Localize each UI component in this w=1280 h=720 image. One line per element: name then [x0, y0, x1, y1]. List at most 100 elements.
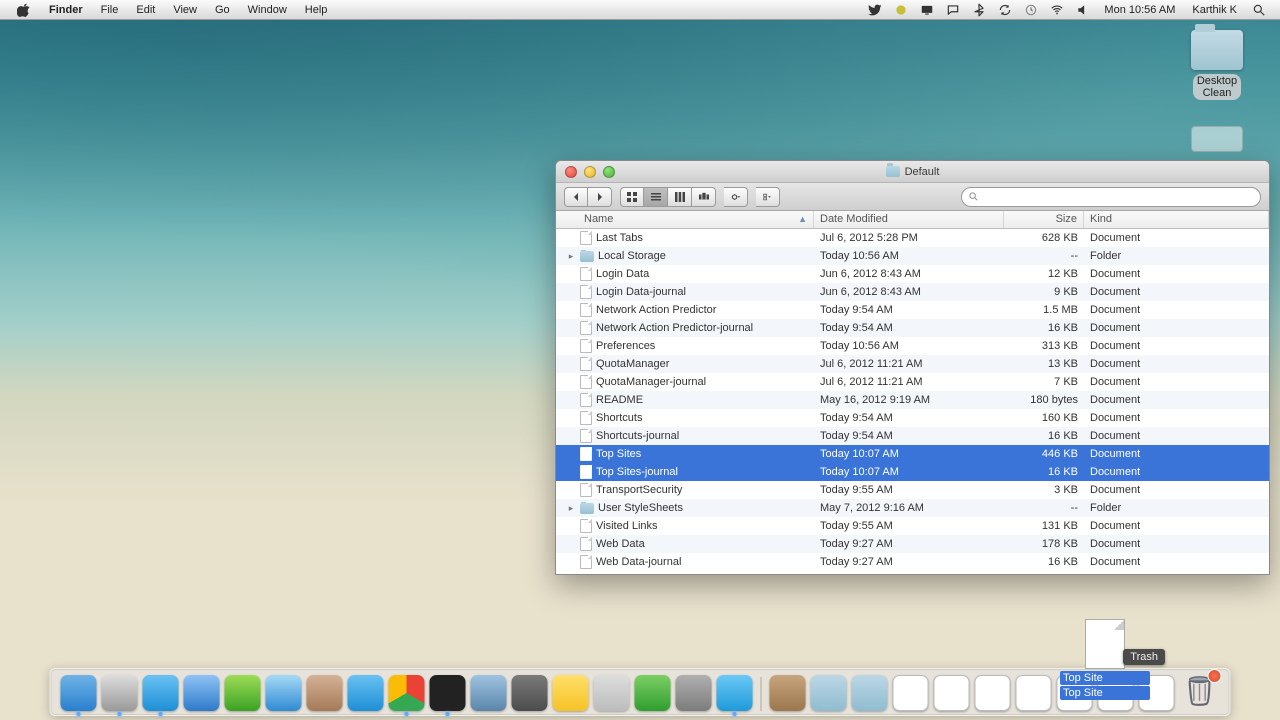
view-list-button[interactable]	[644, 187, 668, 207]
dock-app-sysprefs[interactable]	[676, 675, 712, 711]
dock-app-chrome[interactable]	[389, 675, 425, 711]
trash-badge	[1208, 669, 1222, 683]
table-row[interactable]: ▸READMEMay 16, 2012 9:19 AM180 bytesDocu…	[556, 391, 1269, 409]
dock-app-finder[interactable]	[61, 675, 97, 711]
search-field[interactable]	[961, 187, 1261, 207]
forward-button[interactable]	[588, 187, 612, 207]
table-row[interactable]: ▸Last TabsJul 6, 2012 5:28 PM628 KBDocum…	[556, 229, 1269, 247]
file-date: Today 10:56 AM	[814, 250, 1004, 262]
dock-app-excel[interactable]	[635, 675, 671, 711]
desktop-item-2[interactable]	[1182, 126, 1252, 152]
dock-app-activity[interactable]	[430, 675, 466, 711]
table-row[interactable]: ▸Visited LinksToday 9:55 AM131 KBDocumen…	[556, 517, 1269, 535]
menu-go[interactable]: Go	[206, 0, 239, 20]
timemachine-icon[interactable]	[1018, 0, 1044, 20]
desktop-folder-clean[interactable]: DesktopClean	[1182, 30, 1252, 100]
display-menulet-icon[interactable]	[914, 0, 940, 20]
file-list[interactable]: ▸Last TabsJul 6, 2012 5:28 PM628 KBDocum…	[556, 229, 1269, 574]
close-button[interactable]	[565, 166, 577, 178]
dock-stack-box[interactable]	[770, 675, 806, 711]
table-row[interactable]: ▸QuotaManagerJul 6, 2012 11:21 AM13 KBDo…	[556, 355, 1269, 373]
menu-window[interactable]: Window	[239, 0, 296, 20]
file-name: Login Data-journal	[596, 286, 686, 298]
wifi-icon[interactable]	[1044, 0, 1070, 20]
table-row[interactable]: ▸Web DataToday 9:27 AM178 KBDocument	[556, 535, 1269, 553]
dock-trash[interactable]	[1180, 671, 1220, 711]
menubar-user[interactable]: Karthik K	[1183, 0, 1246, 20]
table-row[interactable]: ▸User StyleSheetsMay 7, 2012 9:16 AM--Fo…	[556, 499, 1269, 517]
file-name: Top Sites	[596, 448, 641, 460]
menubar-clock[interactable]: Mon 10:56 AM	[1096, 0, 1183, 20]
table-row[interactable]: ▸ShortcutsToday 9:54 AM160 KBDocument	[556, 409, 1269, 427]
menu-view[interactable]: View	[164, 0, 206, 20]
sync-icon[interactable]	[992, 0, 1018, 20]
table-row[interactable]: ▸PreferencesToday 10:56 AM313 KBDocument	[556, 337, 1269, 355]
view-coverflow-button[interactable]	[692, 187, 716, 207]
table-row[interactable]: ▸Login Data-journalJun 6, 2012 8:43 AM9 …	[556, 283, 1269, 301]
file-kind: Document	[1084, 304, 1269, 316]
dock-stack-folder[interactable]	[811, 675, 847, 711]
minimize-button[interactable]	[584, 166, 596, 178]
app-name[interactable]: Finder	[40, 0, 92, 20]
menu-file[interactable]: File	[92, 0, 128, 20]
finder-window[interactable]: Default Name▲ Date Modified Size Kind ▸L…	[555, 160, 1270, 575]
dock-app-stickies[interactable]	[553, 675, 589, 711]
back-button[interactable]	[564, 187, 588, 207]
action-button[interactable]	[724, 187, 748, 207]
document-icon	[1085, 619, 1125, 669]
table-row[interactable]: ▸Shortcuts-journalToday 9:54 AM16 KBDocu…	[556, 427, 1269, 445]
dock-stack-doc1[interactable]	[893, 675, 929, 711]
table-row[interactable]: ▸Network Action PredictorToday 9:54 AM1.…	[556, 301, 1269, 319]
spotlight-icon[interactable]	[1246, 0, 1272, 20]
menu-help[interactable]: Help	[296, 0, 337, 20]
file-name: QuotaManager	[596, 358, 669, 370]
file-size: 12 KB	[1004, 268, 1084, 280]
file-size: 9 KB	[1004, 286, 1084, 298]
dock-app-tweetbot[interactable]	[717, 675, 753, 711]
col-date-header[interactable]: Date Modified	[814, 211, 1004, 228]
view-column-button[interactable]	[668, 187, 692, 207]
status-dot-icon[interactable]	[888, 0, 914, 20]
volume-icon[interactable]	[1070, 0, 1096, 20]
window-titlebar[interactable]: Default	[556, 161, 1269, 183]
col-name-header[interactable]: Name▲	[556, 211, 814, 228]
apple-menu[interactable]	[8, 0, 40, 20]
dock-app-screenflow[interactable]	[102, 675, 138, 711]
dock-app-quicktime[interactable]	[471, 675, 507, 711]
file-size: 628 KB	[1004, 232, 1084, 244]
arrange-button[interactable]	[756, 187, 780, 207]
dock-app-spotify[interactable]	[225, 675, 261, 711]
menu-edit[interactable]: Edit	[127, 0, 164, 20]
col-kind-header[interactable]: Kind	[1084, 211, 1269, 228]
dock-app-mail[interactable]	[307, 675, 343, 711]
table-row[interactable]: ▸Web Data-journalToday 9:27 AM16 KBDocum…	[556, 553, 1269, 571]
table-row[interactable]: ▸Network Action Predictor-journalToday 9…	[556, 319, 1269, 337]
table-row[interactable]: ▸Top Sites-journalToday 10:07 AM16 KBDoc…	[556, 463, 1269, 481]
dock-app-safari[interactable]	[348, 675, 384, 711]
disclosure-triangle-icon[interactable]: ▸	[566, 251, 576, 262]
table-row[interactable]: ▸Login DataJun 6, 2012 8:43 AM12 KBDocum…	[556, 265, 1269, 283]
table-row[interactable]: ▸Top SitesToday 10:07 AM446 KBDocument	[556, 445, 1269, 463]
dock-app-itunes[interactable]	[184, 675, 220, 711]
disclosure-triangle-icon[interactable]: ▸	[566, 503, 576, 514]
dock-app-appstore[interactable]	[266, 675, 302, 711]
chat-menulet-icon[interactable]	[940, 0, 966, 20]
table-row[interactable]: ▸QuotaManager-journalJul 6, 2012 11:21 A…	[556, 373, 1269, 391]
dock-stack-doc2[interactable]	[934, 675, 970, 711]
twitter-menulet-icon[interactable]	[862, 0, 888, 20]
dock-app-settings[interactable]	[512, 675, 548, 711]
dock-stack-folder2[interactable]	[852, 675, 888, 711]
dock-app-twitter[interactable]	[143, 675, 179, 711]
file-name: TransportSecurity	[596, 484, 682, 496]
view-icon-button[interactable]	[620, 187, 644, 207]
dock-stack-doc3[interactable]	[975, 675, 1011, 711]
bluetooth-icon[interactable]	[966, 0, 992, 20]
table-row[interactable]: ▸Local StorageToday 10:56 AM--Folder	[556, 247, 1269, 265]
search-input[interactable]	[983, 191, 1254, 203]
table-row[interactable]: ▸TransportSecurityToday 9:55 AM3 KBDocum…	[556, 481, 1269, 499]
document-icon	[580, 231, 592, 245]
zoom-button[interactable]	[603, 166, 615, 178]
dock-app-sketch[interactable]	[594, 675, 630, 711]
dock-stack-doc4[interactable]	[1016, 675, 1052, 711]
col-size-header[interactable]: Size	[1004, 211, 1084, 228]
